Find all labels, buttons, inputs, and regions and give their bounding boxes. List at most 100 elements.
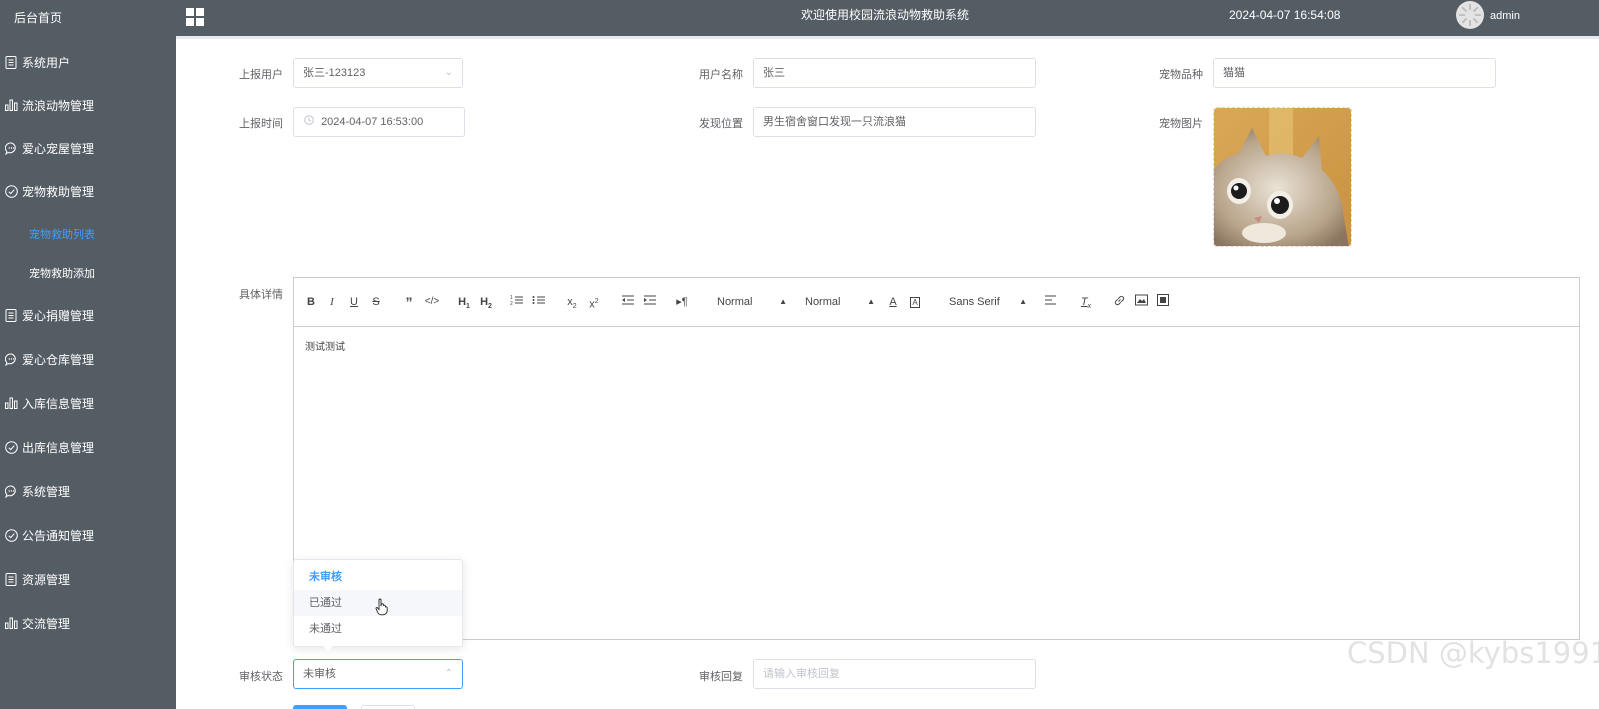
- audit-status-label: 审核状态: [239, 671, 283, 683]
- sidebar-item-system-users[interactable]: 系统用户: [0, 42, 176, 82]
- heading2-icon[interactable]: H2: [478, 294, 494, 310]
- header-size-value: Normal: [717, 296, 753, 308]
- text-direction-icon[interactable]: ▸¶: [674, 294, 690, 310]
- reporter-value: 张三-123123: [303, 67, 366, 79]
- reporter-select[interactable]: 张三-123123 ⌄: [293, 58, 463, 88]
- sidebar-item-label: 宠物救助管理: [22, 184, 95, 199]
- editor-toolbar: B I U S ” </> H1 H2 12 x2 x2 ▸¶ Normal ▲…: [294, 278, 1579, 327]
- photo-label: 宠物图片: [1159, 118, 1203, 130]
- hand-cursor-icon: [375, 598, 389, 619]
- sidebar-item-warehouse[interactable]: 爱心仓库管理: [0, 339, 176, 379]
- sidebar-item-label: 系统用户: [22, 55, 71, 70]
- font-size-select[interactable]: Normal ▲: [805, 294, 875, 310]
- avatar[interactable]: [1456, 1, 1484, 29]
- pet-photo[interactable]: [1213, 107, 1352, 247]
- menu-grid-icon[interactable]: [186, 8, 204, 26]
- report-time-label: 上报时间: [239, 118, 283, 130]
- subscript-icon[interactable]: x2: [564, 294, 580, 310]
- ordered-list-icon[interactable]: 12: [509, 294, 525, 310]
- sidebar-subitem-rescue-add[interactable]: 宠物救助添加: [0, 256, 176, 292]
- bullet-list-icon[interactable]: [531, 294, 547, 310]
- align-icon[interactable]: [1043, 294, 1057, 310]
- background-color-icon[interactable]: A: [908, 294, 922, 310]
- report-time-picker[interactable]: 2024-04-07 16:53:00: [293, 107, 465, 137]
- check-circle-icon: [4, 528, 18, 542]
- rich-text-editor[interactable]: B I U S ” </> H1 H2 12 x2 x2 ▸¶ Normal ▲…: [293, 277, 1580, 640]
- watermark: CSDN @kybs1991: [1347, 636, 1599, 670]
- submit-button[interactable]: [293, 705, 347, 709]
- outdent-icon[interactable]: [620, 294, 636, 310]
- breed-value: 猫猫: [1223, 67, 1245, 79]
- video-icon[interactable]: [1156, 294, 1170, 310]
- cancel-button[interactable]: [361, 705, 415, 709]
- blockquote-icon[interactable]: ”: [401, 294, 417, 310]
- sidebar-item-label: 资源管理: [22, 572, 71, 587]
- underline-icon[interactable]: U: [347, 294, 361, 310]
- sidebar-item-community[interactable]: 交流管理: [0, 603, 176, 643]
- breed-field[interactable]: 猫猫: [1213, 58, 1496, 88]
- top-header: 欢迎使用校园流浪动物救助系统 2024-04-07 16:54:08 admin: [176, 0, 1599, 36]
- location-label: 发现位置: [699, 118, 743, 130]
- updown-arrow-icon: ▲: [867, 297, 875, 306]
- font-family-select[interactable]: Sans Serif ▲: [949, 294, 1027, 310]
- sidebar-subitem-rescue-list[interactable]: 宠物救助列表: [0, 217, 176, 253]
- updown-arrow-icon: ▲: [779, 297, 787, 306]
- check-circle-icon: [4, 184, 18, 198]
- sidebar-item-label: 流浪动物管理: [22, 98, 95, 113]
- document-icon: [4, 55, 18, 69]
- dropdown-arrow: [322, 645, 334, 651]
- sidebar-item-stock-out[interactable]: 出库信息管理: [0, 427, 176, 467]
- sidebar-item-system-mgmt[interactable]: 系统管理: [0, 471, 176, 511]
- sidebar-item-donation[interactable]: 爱心捐赠管理: [0, 295, 176, 335]
- sidebar-home-link[interactable]: 后台首页: [0, 0, 176, 36]
- header-size-select[interactable]: Normal ▲: [717, 294, 787, 310]
- username-label: 用户名称: [699, 69, 743, 81]
- report-time-value: 2024-04-07 16:53:00: [321, 116, 424, 128]
- indent-icon[interactable]: [642, 294, 658, 310]
- audit-status-select[interactable]: 未审核 ⌃: [293, 659, 463, 689]
- location-field[interactable]: 男生宿舍窗口发现一只流浪猫: [753, 107, 1036, 137]
- strike-icon[interactable]: S: [369, 294, 383, 310]
- audit-reply-label: 审核回复: [699, 671, 743, 683]
- sidebar-item-label: 公告通知管理: [22, 528, 95, 543]
- sidebar-item-label: 出库信息管理: [22, 440, 95, 455]
- sidebar-item-announcements[interactable]: 公告通知管理: [0, 515, 176, 555]
- font-family-value: Sans Serif: [949, 296, 1000, 308]
- dropdown-option[interactable]: 未审核: [294, 564, 462, 590]
- font-size-value: Normal: [805, 296, 841, 308]
- chat-icon: [4, 141, 18, 155]
- image-icon[interactable]: [1134, 294, 1148, 310]
- sidebar-item-resources[interactable]: 资源管理: [0, 559, 176, 599]
- sidebar-item-label: 爱心宠屋管理: [22, 141, 95, 156]
- sidebar-item-label: 入库信息管理: [22, 396, 95, 411]
- chevron-up-icon: ⌃: [444, 668, 453, 679]
- reporter-label: 上报用户: [239, 69, 283, 81]
- updown-arrow-icon: ▲: [1019, 297, 1027, 306]
- header-username[interactable]: admin: [1490, 0, 1520, 33]
- chat-icon: [4, 484, 18, 498]
- chat-icon: [4, 352, 18, 366]
- font-color-icon[interactable]: A: [886, 294, 900, 310]
- sidebar-item-pet-rescue[interactable]: 宠物救助管理: [0, 171, 176, 211]
- heading1-icon[interactable]: H1: [456, 294, 472, 310]
- username-field[interactable]: 张三: [753, 58, 1036, 88]
- sidebar-item-label: 交流管理: [22, 616, 71, 631]
- breed-label: 宠物品种: [1159, 69, 1203, 81]
- sidebar-item-stock-in[interactable]: 入库信息管理: [0, 383, 176, 423]
- sidebar-item-pet-house[interactable]: 爱心宠屋管理: [0, 128, 176, 168]
- clear-format-icon[interactable]: Tx: [1079, 294, 1093, 310]
- svg-text:2: 2: [510, 301, 513, 306]
- superscript-icon[interactable]: x2: [586, 294, 602, 311]
- sidebar-item-stray-animals[interactable]: 流浪动物管理: [0, 85, 176, 125]
- username-value: 张三: [763, 67, 785, 79]
- dropdown-option[interactable]: 未通过: [294, 616, 462, 642]
- link-icon[interactable]: [1112, 294, 1126, 310]
- document-icon: [4, 572, 18, 586]
- italic-icon[interactable]: I: [325, 294, 339, 310]
- code-block-icon[interactable]: </>: [424, 294, 440, 310]
- editor-content[interactable]: 测试测试: [305, 338, 345, 353]
- bar-chart-icon: [4, 98, 18, 112]
- audit-reply-field[interactable]: 请输入审核回复: [753, 659, 1036, 689]
- bold-icon[interactable]: B: [304, 294, 318, 310]
- location-value: 男生宿舍窗口发现一只流浪猫: [763, 116, 906, 128]
